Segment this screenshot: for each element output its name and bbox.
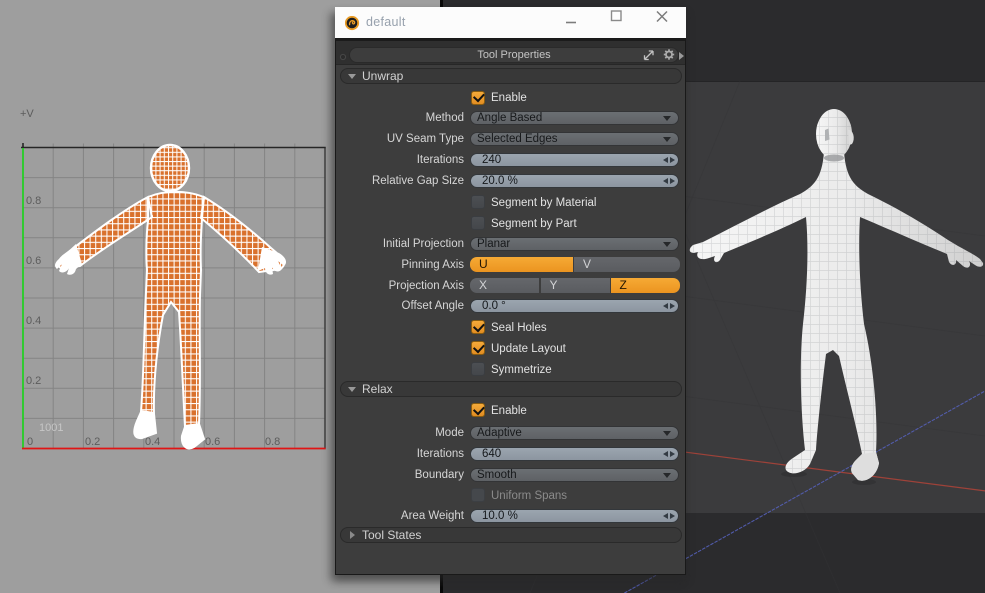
svg-text:1001: 1001	[39, 422, 63, 434]
svg-text:0.2: 0.2	[26, 375, 41, 387]
svg-text:0.8: 0.8	[265, 436, 280, 448]
svg-text:+V: +V	[20, 108, 34, 120]
svg-text:0.2: 0.2	[85, 436, 100, 448]
svg-text:0.4: 0.4	[26, 315, 41, 327]
svg-text:0.8: 0.8	[26, 195, 41, 207]
svg-text:0: 0	[27, 436, 33, 448]
svg-text:0.6: 0.6	[205, 436, 220, 448]
svg-text:0.4: 0.4	[145, 436, 160, 448]
svg-text:0.6: 0.6	[26, 255, 41, 267]
